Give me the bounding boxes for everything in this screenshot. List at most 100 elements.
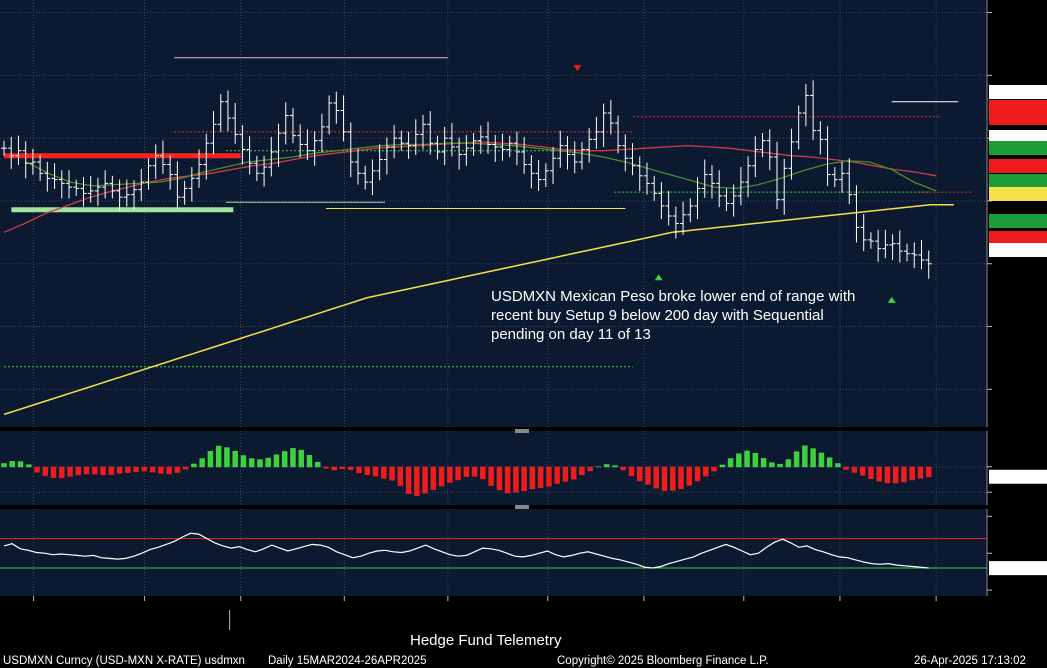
osc-bar xyxy=(769,462,775,468)
osc-bar xyxy=(810,448,816,468)
value-tag-5 xyxy=(989,159,1047,173)
osc-bar xyxy=(265,457,271,468)
osc-bar xyxy=(645,466,651,485)
osc-bar xyxy=(257,459,263,468)
osc-bar xyxy=(422,466,428,494)
osc-bar xyxy=(653,466,660,489)
osc-bar xyxy=(884,466,891,484)
osc-bar xyxy=(546,466,552,487)
annotation-line-2: recent buy Setup 9 below 200 day with Se… xyxy=(491,307,824,324)
osc-bar xyxy=(463,466,470,477)
rsi-last-value-tag xyxy=(989,561,1047,576)
osc-bar xyxy=(760,458,767,468)
osc-bar xyxy=(595,466,602,468)
value-tag-2 xyxy=(989,111,1047,125)
osc-bar xyxy=(868,466,874,479)
osc-bar xyxy=(447,466,453,483)
annotation-line-3: pending on day 11 of 13 xyxy=(491,326,651,343)
osc-bar xyxy=(818,452,825,468)
osc-bar xyxy=(34,466,40,473)
value-tag-bg xyxy=(989,159,1047,173)
usdmxn-chart: USDMXN Mexican Peso broke lower end of r… xyxy=(0,0,1047,668)
osc-bar xyxy=(876,466,882,482)
osc-bar xyxy=(323,466,329,469)
osc-bar xyxy=(744,450,750,468)
osc-bar xyxy=(59,466,65,479)
osc-bar xyxy=(389,466,395,481)
osc-bar xyxy=(620,466,626,471)
osc-bar xyxy=(166,466,172,475)
osc-bar xyxy=(125,466,131,473)
osc-bar xyxy=(199,458,205,468)
osc-bar xyxy=(480,466,486,480)
osc-bar xyxy=(248,458,255,468)
range-label: Daily 15MAR2024-26APR2025 xyxy=(268,655,427,667)
value-tag-bg xyxy=(989,85,1047,99)
osc-bar xyxy=(290,448,296,468)
osc-bar xyxy=(579,466,585,476)
osc-bar xyxy=(331,466,338,471)
osc-bar xyxy=(215,445,222,468)
osc-bar xyxy=(50,466,57,478)
osc-bar xyxy=(537,466,544,488)
osc-bar xyxy=(901,466,907,483)
osc-bar xyxy=(513,466,519,493)
osc-bar xyxy=(785,459,792,468)
osc-bar xyxy=(224,447,230,468)
timestamp-label: 26-Apr-2025 17:13:02 xyxy=(914,655,1026,667)
osc-bar xyxy=(752,452,759,468)
value-tag-4 xyxy=(989,141,1047,155)
security-label: USDMXN Curncy (USD-MXN X-RATE) usdmxn xyxy=(3,655,245,667)
osc-bar xyxy=(414,466,420,497)
osc-last-value-tag xyxy=(989,469,1047,484)
osc-bar xyxy=(612,465,618,468)
value-tag-8 xyxy=(989,214,1047,228)
value-tag-bg xyxy=(989,141,1047,155)
osc-bar xyxy=(116,466,123,474)
osc-bar xyxy=(727,458,734,468)
osc-bar xyxy=(240,455,247,468)
osc-bar xyxy=(430,466,437,490)
value-tag-9 xyxy=(989,231,1047,245)
osc-bar xyxy=(174,466,181,473)
osc-bar xyxy=(504,466,511,494)
osc-bar xyxy=(859,466,866,476)
value-tag-bg xyxy=(989,111,1047,125)
osc-bar xyxy=(42,466,49,476)
osc-bar xyxy=(628,466,635,477)
osc-bar xyxy=(603,464,610,468)
osc-bar xyxy=(1,463,7,468)
osc-bar xyxy=(9,461,16,468)
osc-last-value-bg xyxy=(989,469,1047,484)
osc-bar xyxy=(835,463,841,468)
osc-bar xyxy=(356,466,362,474)
osc-bar xyxy=(711,466,717,472)
osc-bar xyxy=(100,466,106,476)
osc-bar xyxy=(777,463,783,468)
osc-bar xyxy=(438,466,445,487)
osc-bar xyxy=(281,451,288,468)
value-tag-6 xyxy=(989,174,1047,188)
osc-bar xyxy=(554,466,560,484)
osc-bar xyxy=(686,466,693,486)
price-bg xyxy=(0,0,987,427)
osc-bar xyxy=(306,454,313,468)
osc-bar xyxy=(529,466,536,490)
value-tag-bg xyxy=(989,231,1047,245)
osc-bar xyxy=(793,451,800,468)
value-tag-0 xyxy=(989,85,1047,99)
osc-bar xyxy=(587,466,593,472)
value-tag-bg xyxy=(989,174,1047,188)
value-tag-7 xyxy=(989,187,1047,201)
osc-bar xyxy=(364,466,371,475)
panel-resize-handle-2 xyxy=(515,505,529,509)
value-tag-bg xyxy=(989,187,1047,201)
rsi-bg xyxy=(0,509,987,596)
osc-bar xyxy=(75,466,82,476)
osc-bar xyxy=(67,466,73,477)
osc-bar xyxy=(232,450,238,468)
panel-resize-handle-1 xyxy=(515,429,529,433)
source-label: Hedge Fund Telemetry xyxy=(410,632,562,649)
osc-bar xyxy=(703,466,709,477)
value-tag-10 xyxy=(989,243,1047,257)
